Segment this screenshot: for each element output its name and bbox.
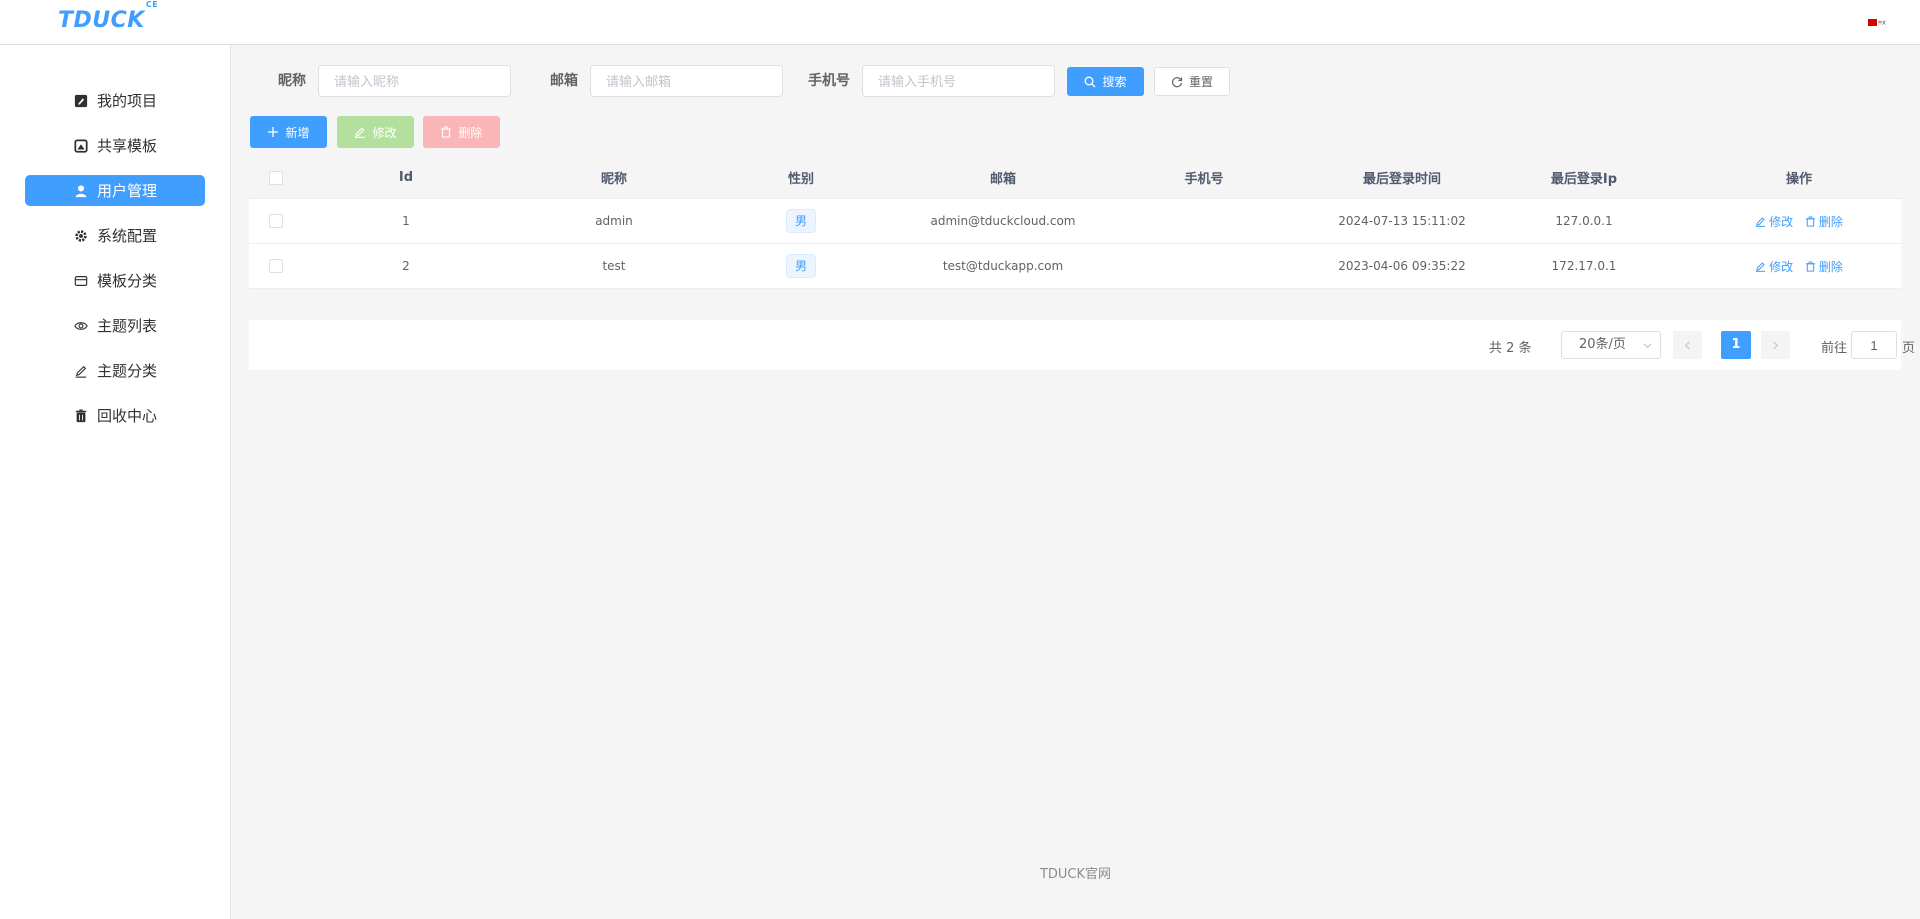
phone-input[interactable] (862, 65, 1055, 97)
sidebar-item-label: 模板分类 (96, 272, 157, 290)
cell-last-login-ip: 172.17.0.1 (1551, 259, 1617, 273)
delete-button[interactable]: 删除 (423, 116, 500, 148)
page-suffix-label: 页 (1902, 341, 1916, 356)
row-delete-link[interactable]: 删除 (1805, 213, 1843, 230)
gender-tag: 男 (786, 209, 816, 233)
row-edit-link[interactable]: 修改 (1755, 258, 1793, 275)
trash-icon (1805, 260, 1815, 272)
table-header-row: Id 昵称 性别 邮箱 手机号 最后登录时间 最后登录Ip 操作 (249, 157, 1901, 199)
edit-icon (355, 127, 366, 138)
pagination: 共 2 条 20条/页 1 前往 页 (249, 320, 1915, 370)
column-header-gender[interactable]: 性别 (751, 168, 851, 187)
trash-icon (1805, 215, 1815, 227)
sidebar-item-label: 主题列表 (96, 317, 157, 335)
chevron-right-icon (1773, 340, 1779, 350)
cell-last-login-time: 2023-04-06 09:35:22 (1338, 259, 1466, 273)
cell-email: test@tduckapp.com (942, 259, 1064, 273)
image-square-icon (73, 138, 89, 154)
email-label: 邮箱 (550, 73, 578, 89)
email-input[interactable] (590, 65, 783, 97)
cell-nickname: admin (595, 214, 633, 228)
search-icon (1085, 76, 1096, 87)
phone-label: 手机号 (808, 73, 850, 89)
goto-label: 前往 (1821, 341, 1848, 356)
sidebar: 我的项目 共享模板 用户管理 系统配置 模板分类 主题列表 主题分类 回收中心 (0, 45, 231, 919)
card-icon (73, 273, 89, 289)
refresh-icon (1171, 76, 1183, 87)
cell-email: admin@tduckcloud.com (930, 214, 1076, 228)
cell-gender: 男 (751, 254, 851, 278)
search-button[interactable]: 搜索 (1067, 67, 1144, 96)
nickname-label: 昵称 (278, 73, 306, 89)
column-header-last-login-time[interactable]: 最后登录时间 (1317, 168, 1487, 187)
sidebar-item-recycle-center[interactable]: 回收中心 (25, 400, 205, 431)
column-header-actions: 操作 (1785, 172, 1812, 187)
page-size-select[interactable]: 20条/页 (1561, 331, 1661, 359)
edit-icon (1755, 261, 1766, 272)
row-checkbox[interactable] (269, 214, 283, 228)
cell-id: 2 (402, 259, 410, 273)
cell-nickname: test (602, 259, 626, 273)
edit-button[interactable]: 修改 (337, 116, 414, 148)
cell-last-login-time: 2024-07-13 15:11:02 (1338, 214, 1466, 228)
pagination-total: 共 2 条 (1489, 341, 1532, 356)
cell-id: 1 (402, 214, 410, 228)
user-icon (73, 183, 89, 199)
goto-page-input[interactable] (1851, 331, 1897, 359)
column-header-id[interactable]: Id (356, 170, 456, 185)
nickname-input[interactable] (318, 65, 511, 97)
sidebar-item-label: 主题分类 (96, 362, 157, 380)
reset-button[interactable]: 重置 (1154, 67, 1230, 96)
app-logo[interactable]: TDUCKCE (58, 0, 158, 33)
trash-icon (73, 408, 89, 424)
column-header-last-login-ip[interactable]: 最后登录Ip (1519, 168, 1649, 187)
sidebar-item-shared-templates[interactable]: 共享模板 (25, 130, 205, 161)
sidebar-item-theme-list[interactable]: 主题列表 (25, 310, 205, 341)
footer-link[interactable]: TDUCK官网 (231, 863, 1920, 882)
edit-icon (1755, 216, 1766, 227)
language-flag-icon[interactable] (1868, 19, 1877, 26)
main-content: 昵称 邮箱 手机号 搜索 重置 新增 修改 删除 Id 昵称 性别 邮箱 手机号… (231, 45, 1920, 919)
column-header-nickname[interactable]: 昵称 (539, 168, 689, 187)
row-edit-link[interactable]: 修改 (1755, 213, 1793, 230)
gear-icon (73, 228, 89, 244)
column-header-email[interactable]: 邮箱 (903, 168, 1103, 187)
gender-tag: 男 (786, 254, 816, 278)
prev-page-button[interactable] (1673, 331, 1702, 359)
column-header-phone[interactable]: 手机号 (1154, 168, 1254, 187)
language-label[interactable]: 中文 (1878, 20, 1886, 26)
trash-icon (441, 126, 452, 138)
cell-gender: 男 (751, 209, 851, 233)
next-page-button[interactable] (1761, 331, 1790, 359)
sidebar-item-my-projects[interactable]: 我的项目 (25, 85, 205, 116)
row-checkbox[interactable] (269, 259, 283, 273)
sidebar-item-label: 用户管理 (96, 182, 157, 200)
eye-icon (73, 318, 89, 334)
cell-actions: 修改 删除 (1729, 258, 1869, 275)
table-row: 1 admin 男 admin@tduckcloud.com 2024-07-1… (249, 199, 1901, 244)
row-delete-link[interactable]: 删除 (1805, 258, 1843, 275)
sidebar-item-label: 回收中心 (96, 407, 157, 425)
sidebar-item-system-config[interactable]: 系统配置 (25, 220, 205, 251)
page-number-current[interactable]: 1 (1721, 331, 1751, 359)
cell-actions: 修改 删除 (1729, 213, 1869, 230)
edit-square-icon (73, 93, 89, 109)
chevron-down-icon (1643, 343, 1652, 349)
plus-icon (268, 127, 279, 137)
users-table: Id 昵称 性别 邮箱 手机号 最后登录时间 最后登录Ip 操作 1 admin… (249, 157, 1901, 289)
sidebar-item-template-category[interactable]: 模板分类 (25, 265, 205, 296)
pen-icon (73, 363, 89, 379)
sidebar-item-label: 我的项目 (96, 92, 157, 110)
chevron-left-icon (1684, 340, 1690, 350)
sidebar-item-user-management[interactable]: 用户管理 (25, 175, 205, 206)
add-button[interactable]: 新增 (250, 116, 327, 148)
cell-last-login-ip: 127.0.0.1 (1555, 214, 1613, 228)
sidebar-item-label: 系统配置 (96, 227, 157, 245)
top-header: TDUCKCE 中文 (0, 0, 1920, 45)
table-row: 2 test 男 test@tduckapp.com 2023-04-06 09… (249, 244, 1901, 289)
sidebar-item-theme-category[interactable]: 主题分类 (25, 355, 205, 386)
sidebar-item-label: 共享模板 (96, 137, 157, 155)
select-all-checkbox[interactable] (269, 170, 283, 185)
